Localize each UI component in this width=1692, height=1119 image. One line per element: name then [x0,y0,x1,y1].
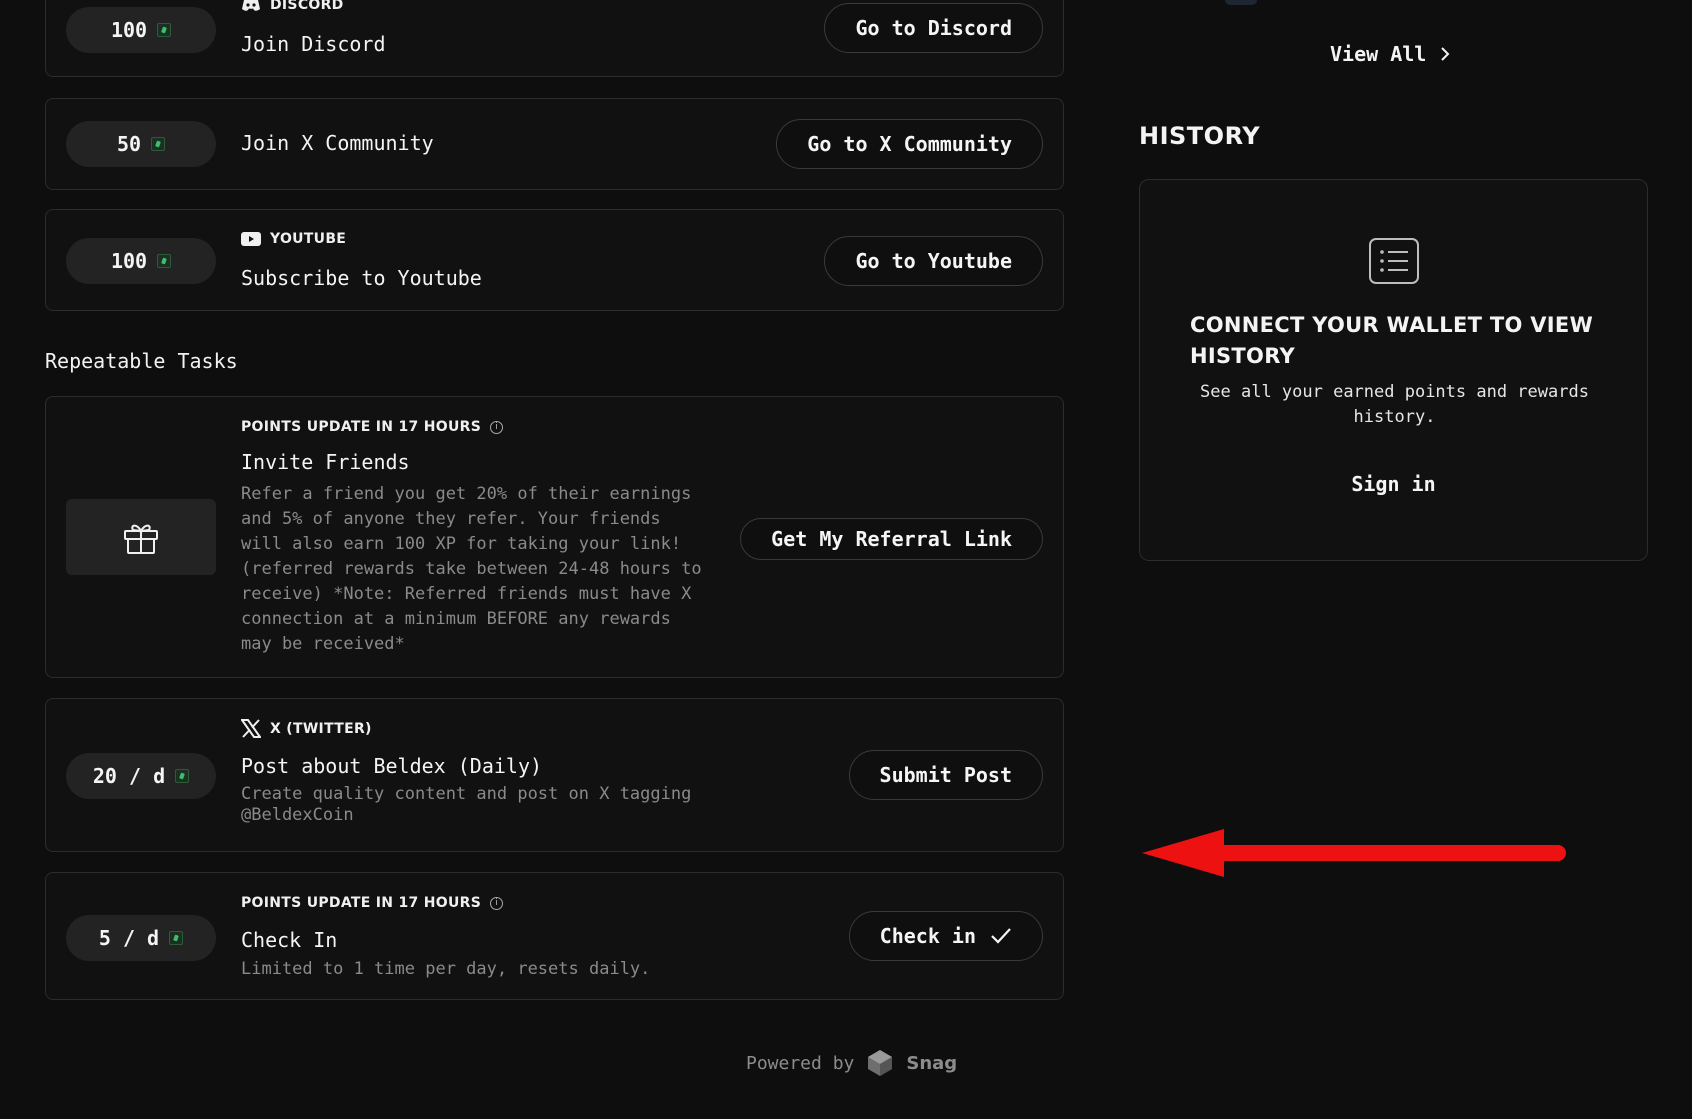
chevron-right-icon [1441,47,1450,61]
points-pill: 100 [66,238,216,284]
task-title: Check In [241,928,338,952]
snag-brand-name[interactable]: Snag [906,1053,957,1074]
points-value: 20 / d [92,764,166,788]
submit-post-button[interactable]: Submit Post [848,750,1043,800]
task-title: Post about Beldex (Daily) [241,754,543,778]
info-icon[interactable]: i [490,420,504,434]
points-pill: 100 [66,7,216,53]
points-update-tag: POINTS UPDATE IN 17 HOURS i [241,895,504,911]
points-gem-icon [169,931,184,945]
points-update-tag: POINTS UPDATE IN 17 HOURS i [241,419,504,435]
description-line: Create quality content and post on X tag… [241,784,692,804]
section-heading-repeatable: Repeatable Tasks [45,349,238,373]
button-label: Check in [879,924,976,948]
description-line: will also earn 100 XP for taking your li… [241,534,682,554]
points-value: 50 [116,132,142,156]
points-value: 100 [110,18,148,42]
task-title: Join X Community [241,131,434,155]
task-tag: X (TWITTER) [241,719,372,738]
history-heading: CONNECT YOUR WALLET TO VIEW HISTORY [1190,313,1594,368]
check-icon [991,928,1011,944]
view-all-label: View All [1330,42,1427,66]
gift-tile [66,499,216,575]
description-line: (referred rewards take between 24-48 hou… [241,559,702,579]
task-card-youtube: 100 YOUTUBE Subscribe to Youtube Go to Y… [45,209,1064,311]
task-title: Invite Friends [241,450,410,474]
task-description: Refer a friend you get 20% of their earn… [241,482,731,657]
button-label: Get My Referral Link [771,527,1012,551]
info-icon[interactable]: i [490,896,504,910]
history-subtitle: See all your earned points and rewards h… [1200,382,1589,427]
points-value: 5 / d [98,926,160,950]
points-value: 100 [110,249,148,273]
task-tag: DISCORD [241,0,344,13]
button-label: Go to Discord [855,16,1012,40]
description-line: may be received* [241,634,405,654]
powered-by-text: Powered by [746,1052,855,1074]
task-card-x-community: 50 Join X Community Go to X Community [45,98,1064,190]
annotation-arrow-icon [1142,829,1566,877]
points-pill: 5 / d [66,915,216,961]
x-logo-icon [241,719,261,738]
points-pill: 20 / d [66,753,216,799]
button-label: Go to X Community [807,132,1012,156]
task-tag-label: X (TWITTER) [270,720,372,737]
button-label: Submit Post [879,763,1012,787]
task-tag-label: POINTS UPDATE IN 17 HOURS [241,419,482,435]
task-tag-label: DISCORD [270,0,344,13]
description-line: and 5% of anyone they refer. Your friend… [241,509,661,529]
history-title: HISTORY [1139,122,1261,150]
gift-icon [124,524,158,554]
task-tag-label: YOUTUBE [270,231,347,247]
points-pill: 50 [66,121,216,167]
description-line: receive) *Note: Referred friends must ha… [241,584,692,604]
task-tag-label: POINTS UPDATE IN 17 HOURS [241,895,482,911]
footer-powered-by: Powered by Snag [746,1049,957,1077]
youtube-icon [241,232,261,246]
points-gem-icon [157,23,172,37]
description-line: connection at a minimum BEFORE any rewar… [241,609,671,629]
task-title: Join Discord [241,32,386,56]
go-to-youtube-button[interactable]: Go to Youtube [824,236,1043,286]
task-description: Create quality content and post on X tag… [241,784,691,826]
task-card-discord: 100 DISCORD Join Discord Go to Discord [45,0,1064,77]
button-label: Go to Youtube [855,249,1012,273]
sign-in-button[interactable]: Sign in [1140,472,1647,496]
task-title: Subscribe to Youtube [241,266,482,290]
get-referral-link-button[interactable]: Get My Referral Link [740,518,1043,560]
go-to-discord-button[interactable]: Go to Discord [824,3,1043,53]
description-line: @BeldexCoin [241,805,354,825]
go-to-x-community-button[interactable]: Go to X Community [776,119,1043,169]
discord-icon [242,0,260,11]
check-in-button[interactable]: Check in [848,911,1043,961]
history-card: CONNECT YOUR WALLET TO VIEW HISTORY See … [1139,179,1648,561]
list-icon [1369,238,1419,284]
points-gem-icon [157,254,172,268]
task-card-invite-friends: POINTS UPDATE IN 17 HOURS i Invite Frien… [45,396,1064,678]
task-tag: YOUTUBE [241,231,346,247]
snag-logo-icon [868,1050,893,1076]
avatar-fragment [1225,0,1257,5]
task-description: Limited to 1 time per day, resets daily. [241,959,651,979]
description-line: Refer a friend you get 20% of their earn… [241,484,692,504]
points-gem-icon [175,769,190,783]
view-all-link[interactable]: View All [1330,42,1450,66]
points-gem-icon [151,137,166,151]
task-card-check-in: 5 / d POINTS UPDATE IN 17 HOURS i Check … [45,872,1064,1000]
task-card-post-daily: 20 / d X (TWITTER) Post about Beldex (Da… [45,698,1064,852]
